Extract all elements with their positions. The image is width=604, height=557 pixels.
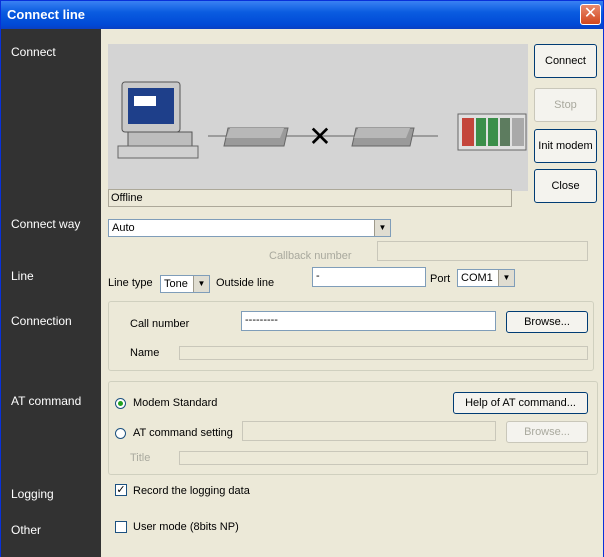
- sidebar: Connect Connect way Line Connection AT c…: [1, 29, 101, 557]
- chevron-down-icon[interactable]: ▼: [498, 270, 514, 286]
- title-field[interactable]: [179, 451, 588, 465]
- modem-standard-label: Modem Standard: [133, 397, 218, 409]
- close-window-icon[interactable]: ✕: [580, 4, 601, 25]
- sidebar-item-at-command: AT command: [11, 394, 82, 408]
- connect-way-select[interactable]: Auto ▼: [108, 219, 391, 237]
- record-logging-checkbox[interactable]: ✓: [115, 484, 127, 496]
- connect-line-dialog: Connect line ✕ Connect Connect way Line …: [0, 0, 604, 557]
- port-select[interactable]: COM1 ▼: [457, 269, 515, 287]
- user-mode-label: User mode (8bits NP): [133, 521, 239, 533]
- modem-standard-radio[interactable]: [115, 398, 126, 409]
- status-text: Offline: [108, 189, 512, 207]
- record-logging-label: Record the logging data: [133, 485, 250, 497]
- port-label: Port: [430, 273, 451, 285]
- connect-button[interactable]: Connect: [534, 44, 597, 78]
- disconnected-x-icon: ✕: [308, 120, 331, 153]
- call-number-field[interactable]: ---------: [241, 311, 496, 331]
- plc-icon: [457, 113, 527, 151]
- sidebar-item-connection: Connection: [11, 314, 72, 328]
- window-title: Connect line: [7, 7, 86, 22]
- browse-at-command-button[interactable]: Browse...: [506, 421, 588, 443]
- line-type-select[interactable]: Tone ▼: [160, 275, 210, 293]
- init-modem-button[interactable]: Init modem: [534, 129, 597, 163]
- at-command-setting-label: AT command setting: [133, 427, 233, 439]
- outside-line-label: Outside line: [216, 277, 275, 289]
- content-area: ✕ Connect Stop Init modem Close Offline …: [101, 29, 603, 557]
- sidebar-item-other: Other: [11, 523, 42, 537]
- sidebar-item-line: Line: [11, 269, 34, 283]
- callback-number-field[interactable]: [377, 241, 588, 261]
- outside-line-field[interactable]: -: [312, 267, 426, 287]
- stop-button[interactable]: Stop: [534, 88, 597, 122]
- name-label: Name: [130, 347, 160, 359]
- name-field[interactable]: [179, 346, 588, 360]
- at-command-setting-radio[interactable]: [115, 428, 126, 439]
- modem-right-icon: [351, 127, 415, 147]
- diagram-graphic: ✕: [117, 81, 527, 159]
- sidebar-item-logging: Logging: [11, 487, 54, 501]
- title-label: Title: [130, 452, 151, 464]
- line-type-value: Tone: [164, 278, 188, 290]
- chevron-down-icon[interactable]: ▼: [374, 220, 390, 236]
- computer-icon: [117, 81, 199, 159]
- sidebar-item-connect-way: Connect way: [11, 217, 81, 231]
- call-number-label: Call number: [130, 318, 190, 330]
- chevron-down-icon[interactable]: ▼: [193, 276, 209, 292]
- line-type-label: Line type: [108, 277, 153, 289]
- sidebar-item-connect: Connect: [11, 45, 56, 59]
- user-mode-checkbox[interactable]: [115, 521, 127, 533]
- port-value: COM1: [461, 272, 493, 284]
- help-at-command-button[interactable]: Help of AT command...: [453, 392, 588, 414]
- callback-number-label: Callback number: [269, 250, 352, 262]
- at-command-setting-field[interactable]: [242, 421, 496, 441]
- modem-left-icon: [223, 127, 289, 147]
- title-bar: Connect line ✕: [1, 1, 603, 29]
- connect-way-value: Auto: [112, 222, 135, 234]
- connection-diagram: ✕: [108, 44, 528, 191]
- close-button[interactable]: Close: [534, 169, 597, 203]
- browse-call-number-button[interactable]: Browse...: [506, 311, 588, 333]
